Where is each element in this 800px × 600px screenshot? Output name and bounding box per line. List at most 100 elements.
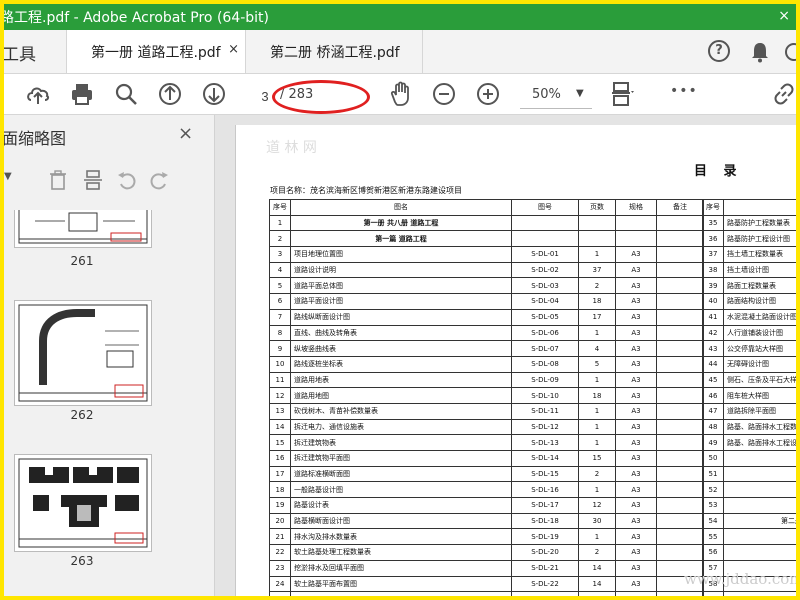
table-row: 52 [702, 481, 796, 499]
table-cell: S-DL-08 [511, 355, 579, 373]
table-cell: A3 [615, 575, 657, 593]
table-cell: 路基设计表 [290, 497, 512, 514]
table-row: 51 [702, 465, 796, 483]
previous-page-icon[interactable] [156, 80, 184, 108]
table-cell [723, 591, 796, 596]
table-cell: 7 [269, 308, 291, 326]
table-cell: S-DL-22 [511, 575, 579, 593]
table-cell: 路面工程数量表 [723, 277, 796, 295]
delete-page-icon[interactable] [48, 169, 68, 191]
account-icon[interactable] [784, 42, 796, 62]
table-cell [656, 214, 704, 232]
table-row: 17 道路标准横断面图 S-DL-15 2 A3 [269, 465, 704, 483]
table-cell: S-DL-11 [511, 402, 579, 420]
highlight-oval [272, 80, 370, 114]
table-row: 15 拆迁建筑物表 S-DL-13 1 A3 [269, 434, 704, 451]
notification-bell-icon[interactable] [750, 41, 770, 63]
table-cell: 5 [578, 355, 616, 373]
table-row: 1 第一册 共八册 道路工程 [269, 214, 704, 232]
upload-cloud-icon[interactable] [24, 80, 52, 108]
table-cell [723, 465, 796, 483]
table-cell: A3 [615, 261, 657, 279]
column-header: 图名 [290, 199, 512, 216]
rotate-right-icon[interactable] [148, 169, 170, 191]
table-cell: A3 [615, 355, 657, 373]
table-cell: 挡土墙工程数量表 [723, 246, 796, 263]
document-view: 目 录 项目名称：茂名滨海新区博贺新港区新港东路建设项目 序号 图名 图号 页数… [215, 115, 796, 596]
table-cell: 路线逐桩坐标表 [290, 355, 512, 373]
table-row: 55 [702, 528, 796, 546]
zoom-level-select[interactable]: 50% ▼ [520, 82, 592, 109]
insert-page-icon[interactable] [82, 169, 104, 191]
table-cell: 17 [578, 308, 616, 326]
table-cell: A3 [615, 528, 657, 546]
table-cell: 拆迁建筑物平面图 [290, 450, 512, 467]
table-row: 53 [702, 497, 796, 514]
table-cell: S-DL-05 [511, 308, 579, 326]
page-thumbnail[interactable] [14, 300, 152, 406]
table-cell: 4 [269, 261, 291, 279]
table-cell: 13 [269, 402, 291, 420]
table-row: 23 挖淤排水及回填平面图 S-DL-21 14 A3 [269, 559, 704, 577]
table-cell: S-DL-12 [511, 418, 579, 436]
zoom-in-icon[interactable] [474, 80, 502, 108]
table-row: 3 项目地理位置图 S-DL-01 1 A3 [269, 246, 704, 263]
hand-tool-icon[interactable] [386, 80, 414, 108]
tab-document-1[interactable]: 第一册 道路工程.pdf × [66, 30, 246, 73]
table-cell: 1 [578, 418, 616, 436]
table-row: 25软土路基处理纵断面图S-DL-2315A3 [269, 591, 704, 596]
table-cell: 1 [578, 324, 616, 342]
zoom-out-icon[interactable] [430, 80, 458, 108]
table-cell: A3 [615, 340, 657, 357]
table-row: 54第二册 [702, 512, 796, 530]
table-cell: 47 [702, 402, 724, 420]
more-tools-icon[interactable]: ••• [670, 83, 698, 99]
table-cell: 25 [269, 591, 291, 596]
window-close-button[interactable]: × [778, 8, 790, 24]
panel-close-icon[interactable]: × [178, 123, 193, 144]
page-fit-icon[interactable] [608, 80, 636, 108]
table-row: 38 挡土墙设计图 [702, 261, 796, 279]
rotate-left-icon[interactable] [116, 169, 138, 191]
search-icon[interactable] [112, 80, 140, 108]
table-cell: 16 [269, 450, 291, 467]
table-cell: 45 [702, 371, 724, 389]
table-cell: 侧石、压条及平石大样 [723, 371, 796, 389]
table-cell: 54 [702, 512, 724, 530]
table-cell [656, 324, 704, 342]
table-cell [723, 450, 796, 467]
tab-close-icon[interactable]: × [228, 42, 239, 57]
table-cell: 38 [702, 261, 724, 279]
table-row: 11 道路用地表 S-DL-09 1 A3 [269, 371, 704, 389]
print-icon[interactable] [68, 80, 96, 108]
table-cell: 挖淤排水及回填平面图 [290, 559, 512, 577]
acrobat-window: 路工程.pdf - Adobe Acrobat Pro (64-bit) × 工… [4, 4, 796, 596]
table-cell: 第二册 [723, 512, 796, 530]
thumbnail-drawing [18, 210, 148, 244]
table-row: 49 路基、路面排水工程设 [702, 434, 796, 451]
table-row: 5 道路平面总体图 S-DL-03 2 A3 [269, 277, 704, 295]
page-thumbnail[interactable] [14, 210, 152, 248]
tab-document-2[interactable]: 第二册 桥涵工程.pdf [244, 30, 423, 73]
table-row: 40 路面结构设计图 [702, 293, 796, 310]
table-row: 36 路基防护工程设计图 [702, 230, 796, 248]
table-cell: A3 [615, 246, 657, 263]
table-cell: 15 [578, 591, 616, 596]
table-cell: 24 [269, 575, 291, 593]
table-cell: 10 [269, 355, 291, 373]
page-thumbnail[interactable] [14, 454, 152, 552]
table-row: 13 砍伐树木、青苗补偿数量表 S-DL-11 1 A3 [269, 402, 704, 420]
link-icon[interactable] [770, 80, 796, 108]
table-cell: A3 [615, 465, 657, 483]
table-cell: 18 [578, 293, 616, 310]
table-cell: A3 [615, 591, 657, 596]
column-header: 序号 [702, 199, 724, 216]
table-cell: 19 [269, 497, 291, 514]
options-dropdown-icon[interactable]: ▼ [4, 171, 12, 182]
tab-tools[interactable]: 工具 [4, 40, 36, 65]
table-cell: S-DL-19 [511, 528, 579, 546]
next-page-icon[interactable] [200, 80, 228, 108]
help-icon[interactable]: ? [708, 40, 730, 62]
table-cell: 17 [269, 465, 291, 483]
table-cell: 2 [269, 230, 291, 248]
